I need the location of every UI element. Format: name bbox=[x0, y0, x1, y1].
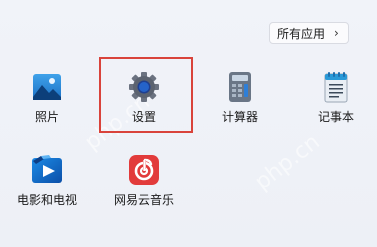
notepad-icon bbox=[319, 70, 353, 104]
chevron-right-icon: › bbox=[334, 26, 339, 40]
calculator-icon bbox=[223, 70, 257, 104]
app-label: 电影和电视 bbox=[16, 193, 77, 207]
highlight-box bbox=[99, 57, 193, 133]
app-tile-movies-tv[interactable]: 电影和电视 bbox=[2, 143, 92, 209]
app-tile-netease-music[interactable]: 网易云音乐 bbox=[99, 143, 189, 209]
photos-icon bbox=[30, 70, 64, 104]
app-label: 记事本 bbox=[317, 110, 354, 124]
netease-music-icon bbox=[127, 153, 161, 187]
all-apps-label: 所有应用 bbox=[277, 26, 326, 41]
movies-tv-icon bbox=[30, 153, 64, 187]
watermark-text: php.cn bbox=[250, 129, 325, 196]
app-label: 照片 bbox=[34, 110, 59, 124]
all-apps-button[interactable]: 所有应用 › bbox=[269, 22, 349, 44]
start-menu-pinned-panel: php.cn php.cn 所有应用 › 照片 设置 计算器 记事本 电影和电视… bbox=[0, 0, 377, 247]
app-tile-notepad[interactable]: 记事本 bbox=[291, 60, 377, 126]
app-label: 网易云音乐 bbox=[113, 193, 174, 207]
app-tile-calculator[interactable]: 计算器 bbox=[195, 60, 285, 126]
app-tile-photos[interactable]: 照片 bbox=[2, 60, 92, 126]
app-label: 计算器 bbox=[221, 110, 258, 124]
